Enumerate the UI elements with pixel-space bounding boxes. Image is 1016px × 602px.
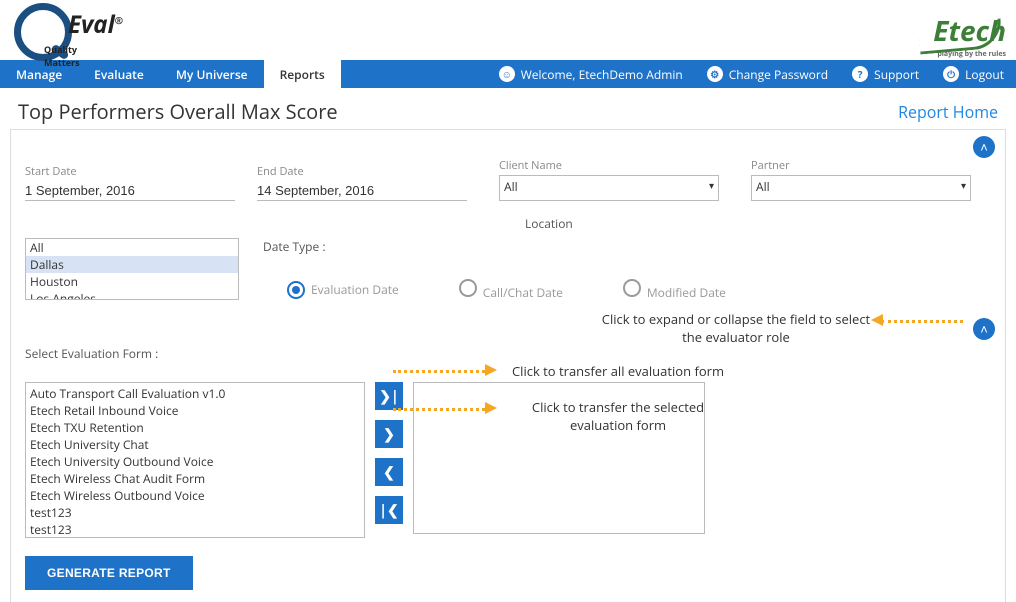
support-label: Support xyxy=(874,66,919,83)
eval-form-option[interactable]: Etech TXU Retention xyxy=(30,419,360,436)
qeval-reg: ® xyxy=(115,13,123,27)
partner-value: All xyxy=(756,178,770,195)
nav-my-universe[interactable]: My Universe xyxy=(160,60,264,88)
support-icon: ? xyxy=(852,66,868,82)
radio-label: Evaluation Date xyxy=(311,281,399,298)
logo-bar: Eval® Quality Matters Etech playing by t… xyxy=(0,0,1016,60)
collapse-evaluator-role-button[interactable]: ˄ xyxy=(973,318,995,340)
radio-modified-date[interactable]: Modified Date xyxy=(623,279,726,301)
transfer-one-right-button[interactable]: ❯ xyxy=(375,420,403,448)
location-option[interactable]: Dallas xyxy=(26,256,238,273)
report-home-link[interactable]: Report Home xyxy=(898,101,998,123)
nav-evaluate[interactable]: Evaluate xyxy=(78,60,160,88)
radio-call-chat-date[interactable]: Call/Chat Date xyxy=(459,279,563,301)
radio-label: Modified Date xyxy=(647,284,726,301)
power-icon: ⏻ xyxy=(943,66,959,82)
title-row: Top Performers Overall Max Score Report … xyxy=(0,88,1016,129)
transfer-all-left-button[interactable]: |❮ xyxy=(375,496,403,524)
eval-form-option[interactable]: test123 xyxy=(30,504,360,521)
date-type-label: Date Type : xyxy=(263,238,991,255)
user-icon: ☺ xyxy=(499,66,515,82)
logout-label: Logout xyxy=(965,66,1004,83)
annotation-arrow xyxy=(393,370,485,373)
eval-form-option[interactable]: Etech Wireless Chat Audit Form xyxy=(30,470,360,487)
radio-icon xyxy=(287,281,305,299)
eval-form-option[interactable]: Etech Wireless Outbound Voice xyxy=(30,487,360,504)
nav-support[interactable]: ? Support xyxy=(840,60,931,88)
annotation-transfer-all: Click to transfer all evaluation form xyxy=(503,362,733,380)
nav-welcome[interactable]: ☺ Welcome, EtechDemo Admin xyxy=(487,60,695,88)
annotation-arrow xyxy=(881,320,963,323)
qeval-text: Eval xyxy=(68,8,115,41)
gear-icon: ⚙ xyxy=(707,66,723,82)
radio-icon xyxy=(623,279,641,297)
arrow-head-icon xyxy=(485,402,497,414)
change-password-label: Change Password xyxy=(729,66,828,83)
start-date-input[interactable] xyxy=(25,181,235,201)
welcome-user: EtechDemo Admin xyxy=(579,66,683,83)
report-panel: ˄ Start Date End Date Client Name All Pa… xyxy=(10,129,1006,602)
transfer-one-left-button[interactable]: ❮ xyxy=(375,458,403,486)
page-title: Top Performers Overall Max Score xyxy=(18,98,338,125)
client-select[interactable]: All xyxy=(499,175,719,201)
qeval-logo: Eval® Quality Matters xyxy=(14,3,72,61)
main-nav: Manage Evaluate My Universe Reports ☺ We… xyxy=(0,60,1016,88)
arrow-head-icon xyxy=(485,364,497,376)
eval-form-option[interactable]: Auto Transport Call Evaluation v1.0 xyxy=(30,385,360,402)
radio-icon xyxy=(459,279,477,297)
location-listbox[interactable]: All Dallas Houston Los Angeles xyxy=(25,238,239,300)
etech-logo: Etech playing by the rules xyxy=(933,12,1006,59)
nav-reports[interactable]: Reports xyxy=(264,60,341,88)
welcome-prefix: Welcome, xyxy=(521,66,579,83)
partner-select[interactable]: All xyxy=(751,175,971,201)
end-date-input[interactable] xyxy=(257,181,467,201)
arrow-head-icon xyxy=(871,314,883,326)
annotation-transfer-one: Click to transfer the selected evaluatio… xyxy=(503,398,733,434)
location-option[interactable]: Houston xyxy=(26,273,238,290)
eval-form-label: Select Evaluation Form : xyxy=(25,345,991,362)
location-option[interactable]: All xyxy=(26,239,238,256)
client-label: Client Name xyxy=(499,158,719,173)
radio-label: Call/Chat Date xyxy=(483,284,563,301)
annotation-expand: Click to expand or collapse the field to… xyxy=(591,310,881,346)
eval-form-option[interactable]: Etech Retail Inbound Voice xyxy=(30,402,360,419)
annotation-arrow xyxy=(393,408,485,411)
client-value: All xyxy=(504,178,518,195)
partner-label: Partner xyxy=(751,158,971,173)
collapse-filters-button[interactable]: ˄ xyxy=(973,136,995,158)
location-label: Location xyxy=(525,215,991,232)
end-date-label: End Date xyxy=(257,164,467,179)
eval-form-option[interactable]: Etech University Outbound Voice xyxy=(30,453,360,470)
location-option[interactable]: Los Angeles xyxy=(26,290,238,300)
eval-form-option[interactable]: test123 xyxy=(30,521,360,538)
nav-logout[interactable]: ⏻ Logout xyxy=(931,60,1016,88)
nav-change-password[interactable]: ⚙ Change Password xyxy=(695,60,840,88)
transfer-all-right-button[interactable]: ❯| xyxy=(375,382,403,410)
start-date-label: Start Date xyxy=(25,164,235,179)
qeval-tagline: Quality Matters xyxy=(44,43,80,69)
evaluation-form-listbox[interactable]: Auto Transport Call Evaluation v1.0 Etec… xyxy=(25,382,365,538)
radio-evaluation-date[interactable]: Evaluation Date xyxy=(287,281,399,299)
eval-form-option[interactable]: Etech University Chat xyxy=(30,436,360,453)
generate-report-button[interactable]: GENERATE REPORT xyxy=(25,556,193,590)
